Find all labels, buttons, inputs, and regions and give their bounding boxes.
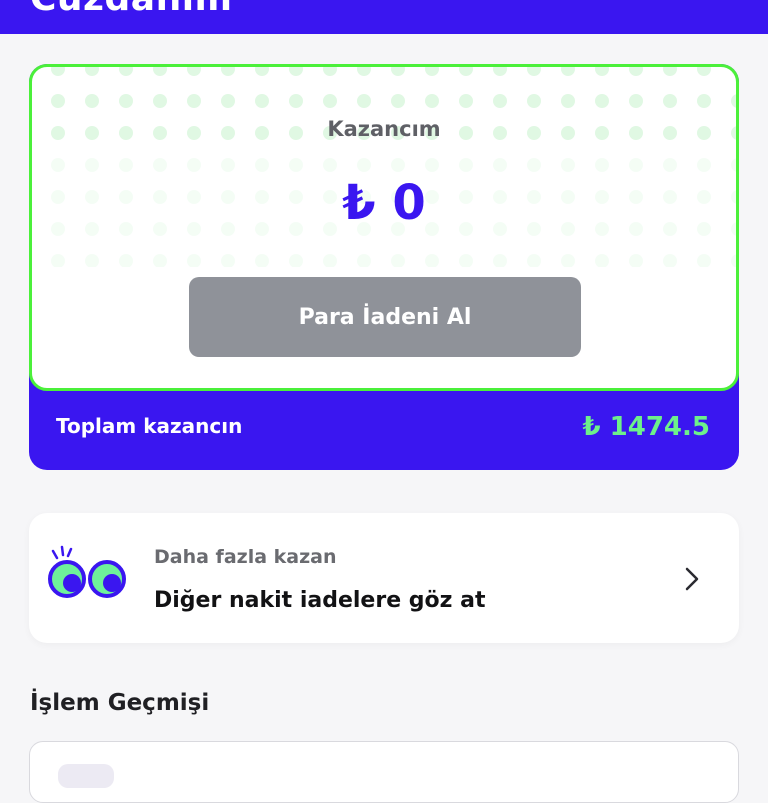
chevron-right-icon[interactable] — [685, 567, 699, 591]
earnings-card: Kazancım ₺ 0 Para İadeni Al Toplam kazan… — [29, 64, 739, 470]
top-bar: Cüzdanım — [0, 0, 768, 34]
earnings-amount: ₺ 0 — [342, 175, 426, 231]
more-cashback-card[interactable]: Daha fazla kazan Diğer nakit iadelere gö… — [29, 513, 739, 643]
page-title: Cüzdanım — [30, 0, 233, 19]
get-cashback-button[interactable]: Para İadeni Al — [189, 277, 581, 357]
eyes-icon — [48, 545, 126, 598]
total-earnings-value: ₺ 1474.5 — [582, 412, 710, 442]
more-subtitle: Daha fazla kazan — [154, 546, 337, 568]
transaction-history-card[interactable] — [29, 741, 739, 803]
transaction-history-title: İşlem Geçmişi — [30, 690, 210, 716]
more-title: Diğer nakit iadelere göz at — [154, 588, 486, 613]
total-earnings-label: Toplam kazancın — [56, 414, 243, 438]
earnings-label: Kazancım — [327, 117, 441, 141]
earnings-balance-panel: Kazancım ₺ 0 Para İadeni Al — [29, 64, 739, 391]
decorative-dot-pattern — [32, 67, 736, 267]
